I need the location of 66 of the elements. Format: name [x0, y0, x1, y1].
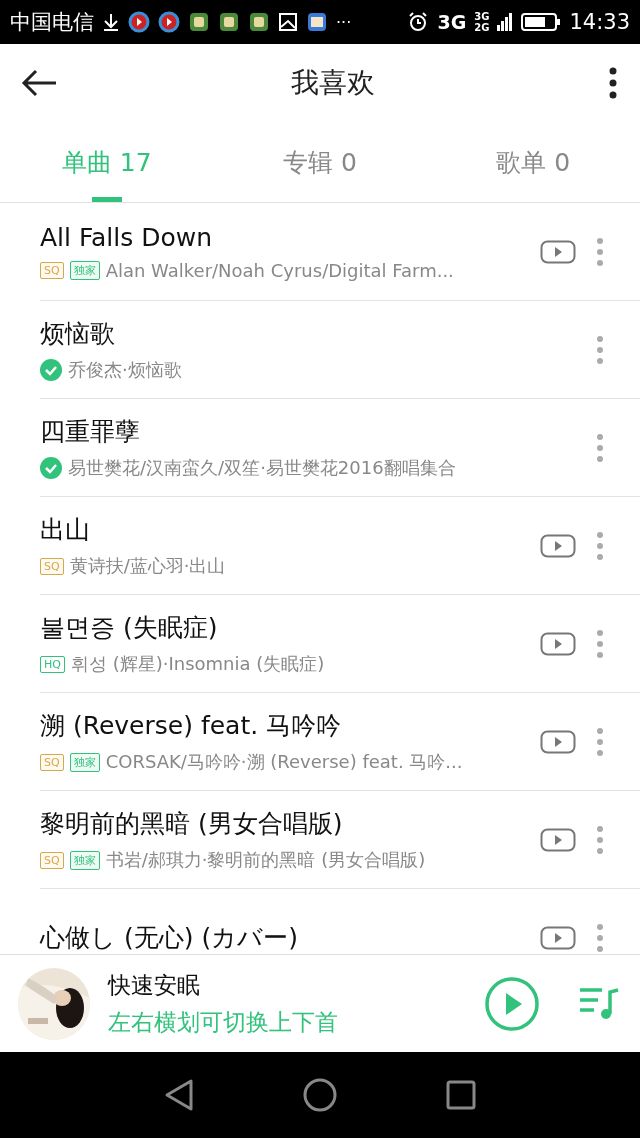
app-icon — [158, 11, 180, 33]
video-button[interactable] — [540, 631, 576, 656]
more-button[interactable] — [608, 66, 618, 100]
song-menu-button[interactable] — [596, 922, 604, 953]
tab[interactable]: 专辑 0 — [213, 122, 427, 202]
video-button[interactable] — [540, 925, 576, 950]
video-button[interactable] — [540, 239, 576, 264]
song-artist: 黄诗扶/蓝心羽·出山 — [69, 554, 226, 578]
song-menu-button[interactable] — [596, 824, 604, 855]
quality-tag: 独家 — [69, 260, 100, 280]
song-title: 黎明前的黑暗 (男女合唱版) — [40, 808, 344, 840]
app-icon — [218, 11, 240, 33]
page-title: 我喜欢 — [291, 65, 375, 101]
tab[interactable]: 歌单 0 — [426, 122, 640, 202]
quality-tag: SQ — [40, 851, 64, 869]
app-icon — [188, 11, 210, 33]
song-menu-button[interactable] — [596, 236, 604, 267]
back-button[interactable] — [20, 68, 58, 98]
song-artist: 乔俊杰·烦恼歌 — [68, 358, 182, 382]
video-button[interactable] — [540, 533, 576, 558]
swipe-hint: 左右横划可切换上下首 — [108, 1007, 339, 1037]
tab[interactable]: 单曲 17 — [0, 122, 214, 202]
clock: 14:33 — [569, 10, 630, 34]
home-nav-button[interactable] — [303, 1078, 337, 1112]
recents-nav-button[interactable] — [445, 1080, 476, 1110]
song-title: 出山 — [40, 514, 91, 546]
app-icon — [128, 11, 150, 33]
network-type: 3G — [474, 11, 490, 22]
song-title: 烦恼歌 — [40, 318, 116, 350]
song-title: 溯 (Reverse) feat. 马吟吟 — [40, 710, 343, 742]
song-title: 四重罪孽 — [40, 416, 141, 448]
playlist-button[interactable] — [578, 985, 620, 1022]
download-icon — [102, 12, 120, 32]
image-icon — [278, 12, 298, 32]
carrier-name: 中国电信 — [10, 9, 94, 36]
play-button[interactable] — [484, 975, 540, 1032]
song-menu-button[interactable] — [596, 334, 604, 365]
song-menu-button[interactable] — [596, 432, 604, 463]
song-title: 快速安眠 — [108, 970, 201, 1000]
app-icon — [306, 11, 328, 33]
network-type: 2G — [474, 22, 490, 33]
quality-tag: SQ — [40, 753, 64, 771]
song-title: All Falls Down — [40, 222, 214, 252]
song-artist: 书岩/郝琪力·黎明前的黑暗 (男女合唱版) — [105, 848, 426, 872]
video-button[interactable] — [540, 729, 576, 754]
song-menu-button[interactable] — [596, 628, 604, 659]
song-artist: 易世樊花/汉南蛮久/双笙·易世樊花2016翻唱集合 — [68, 456, 456, 480]
quality-tag: 独家 — [69, 752, 100, 772]
quality-tag: SQ — [40, 557, 64, 575]
quality-tag: 独家 — [69, 850, 100, 870]
video-button[interactable] — [540, 827, 576, 852]
song-menu-button[interactable] — [596, 530, 604, 561]
song-artist: 휘성 (辉星)·Insomnia (失眠症) — [70, 652, 325, 676]
quality-tag: HQ — [40, 655, 65, 673]
song-artist: Alan Walker/Noah Cyrus/Digital Farm... — [105, 259, 454, 281]
more-notifications: ··· — [336, 12, 352, 32]
song-artist: CORSAK/马吟吟·溯 (Reverse) feat. 马吟... — [105, 750, 463, 774]
song-title: 불면증 (失眠症) — [40, 612, 219, 644]
signal-icon — [497, 11, 514, 33]
song-title: 心做し (无心) (カバー) — [40, 922, 299, 954]
back-nav-button[interactable] — [164, 1078, 195, 1112]
network-type: 3G — [437, 11, 467, 33]
app-icon — [248, 11, 270, 33]
quality-tag: SQ — [40, 261, 64, 279]
battery-icon — [521, 11, 562, 33]
song-menu-button[interactable] — [596, 726, 604, 757]
